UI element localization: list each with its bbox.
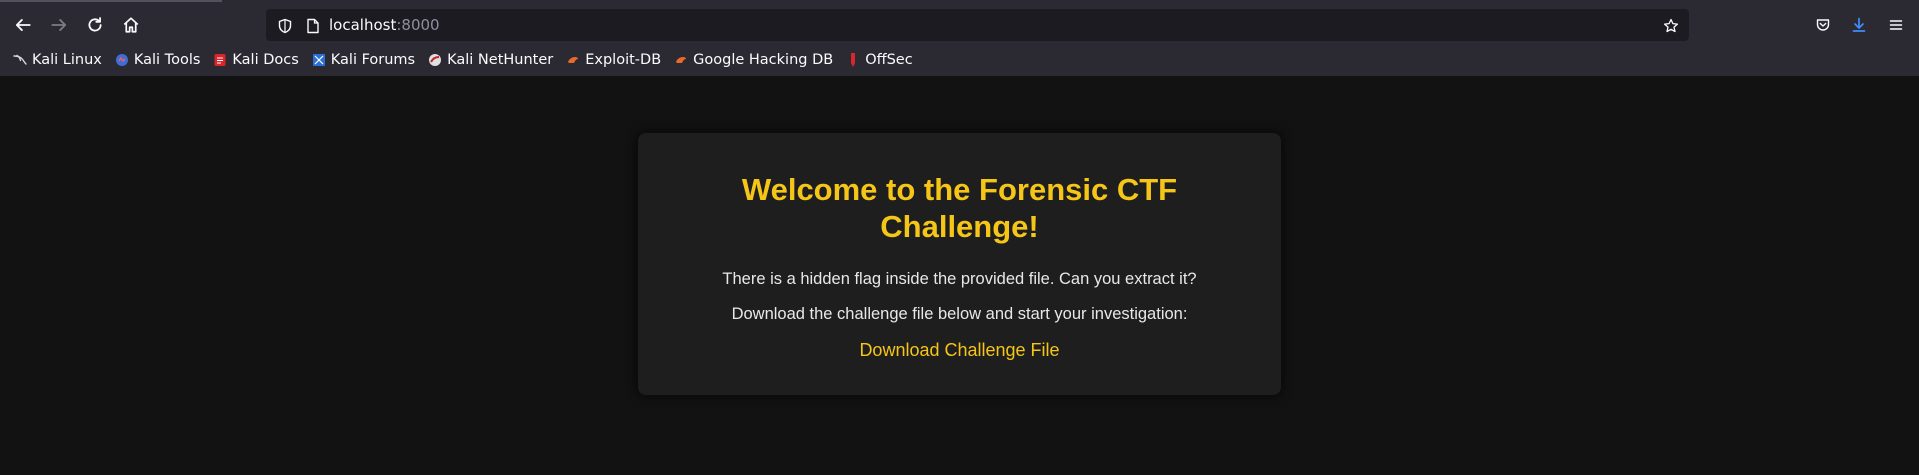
bookmark-label: Kali Tools xyxy=(133,52,201,68)
bookmark-label: Google Hacking DB xyxy=(693,52,834,68)
kali-tools-icon xyxy=(114,52,130,68)
bookmark-offsec[interactable]: OffSec xyxy=(845,48,919,72)
tab-strip-edge xyxy=(0,0,222,2)
forward-button[interactable] xyxy=(42,8,76,42)
bookmark-label: Exploit-DB xyxy=(585,52,662,68)
home-icon xyxy=(123,17,139,33)
nethunter-icon xyxy=(427,52,443,68)
download-icon xyxy=(1852,17,1866,32)
arrow-right-icon xyxy=(51,19,67,31)
browser-chrome: localhost:8000 Kali Linux Kali Tools Kal… xyxy=(0,0,1919,76)
shield-icon[interactable] xyxy=(275,16,295,36)
bookmark-google-hacking-db[interactable]: Google Hacking DB xyxy=(673,48,839,72)
kali-dragon-icon xyxy=(12,52,28,68)
bookmark-exploit-db[interactable]: Exploit-DB xyxy=(565,48,667,72)
address-bar[interactable]: localhost:8000 xyxy=(266,9,1689,41)
url-host: localhost xyxy=(329,16,397,34)
url-port: :8000 xyxy=(396,16,440,34)
ghdb-icon xyxy=(673,52,689,68)
kali-docs-icon xyxy=(212,52,228,68)
home-button[interactable] xyxy=(114,8,148,42)
bookmark-kali-tools[interactable]: Kali Tools xyxy=(114,48,207,72)
instruction-text: Download the challenge file below and st… xyxy=(731,305,1188,323)
bookmark-label: Kali Linux xyxy=(32,52,102,68)
navigation-toolbar: localhost:8000 xyxy=(0,6,1919,44)
bookmark-kali-docs[interactable]: Kali Docs xyxy=(212,48,304,72)
bookmarks-toolbar: Kali Linux Kali Tools Kali Docs Kali For… xyxy=(0,46,1919,74)
exploit-db-icon xyxy=(565,52,581,68)
pocket-icon xyxy=(1816,19,1830,31)
download-challenge-link[interactable]: Download Challenge File xyxy=(638,340,1281,361)
arrow-left-icon xyxy=(15,19,31,31)
challenge-card: Welcome to the Forensic CTF Challenge! T… xyxy=(638,133,1281,395)
bookmark-label: Kali Forums xyxy=(330,52,416,68)
bookmark-label: Kali Docs xyxy=(232,52,299,68)
page-icon[interactable] xyxy=(303,16,323,36)
bookmark-label: Kali NetHunter xyxy=(447,52,554,68)
star-icon[interactable] xyxy=(1660,15,1682,37)
offsec-icon xyxy=(845,52,861,68)
page-viewport: Welcome to the Forensic CTF Challenge! T… xyxy=(0,76,1919,475)
intro-text: There is a hidden flag inside the provid… xyxy=(722,270,1197,288)
page-title: Welcome to the Forensic CTF Challenge! xyxy=(741,172,1178,244)
url-text[interactable]: localhost:8000 xyxy=(329,10,440,40)
downloads-button[interactable] xyxy=(1842,8,1876,42)
back-button[interactable] xyxy=(6,8,40,42)
reload-button[interactable] xyxy=(78,8,112,42)
bookmark-kali-forums[interactable]: Kali Forums xyxy=(311,48,421,72)
bookmark-label: OffSec xyxy=(865,52,913,68)
pocket-button[interactable] xyxy=(1806,8,1840,42)
app-menu-button[interactable] xyxy=(1879,8,1913,42)
reload-icon xyxy=(88,17,102,32)
bookmark-kali-linux[interactable]: Kali Linux xyxy=(12,48,108,72)
kali-forums-icon xyxy=(311,52,327,68)
bookmark-kali-nethunter[interactable]: Kali NetHunter xyxy=(427,48,559,72)
hamburger-menu-icon xyxy=(1889,20,1903,30)
